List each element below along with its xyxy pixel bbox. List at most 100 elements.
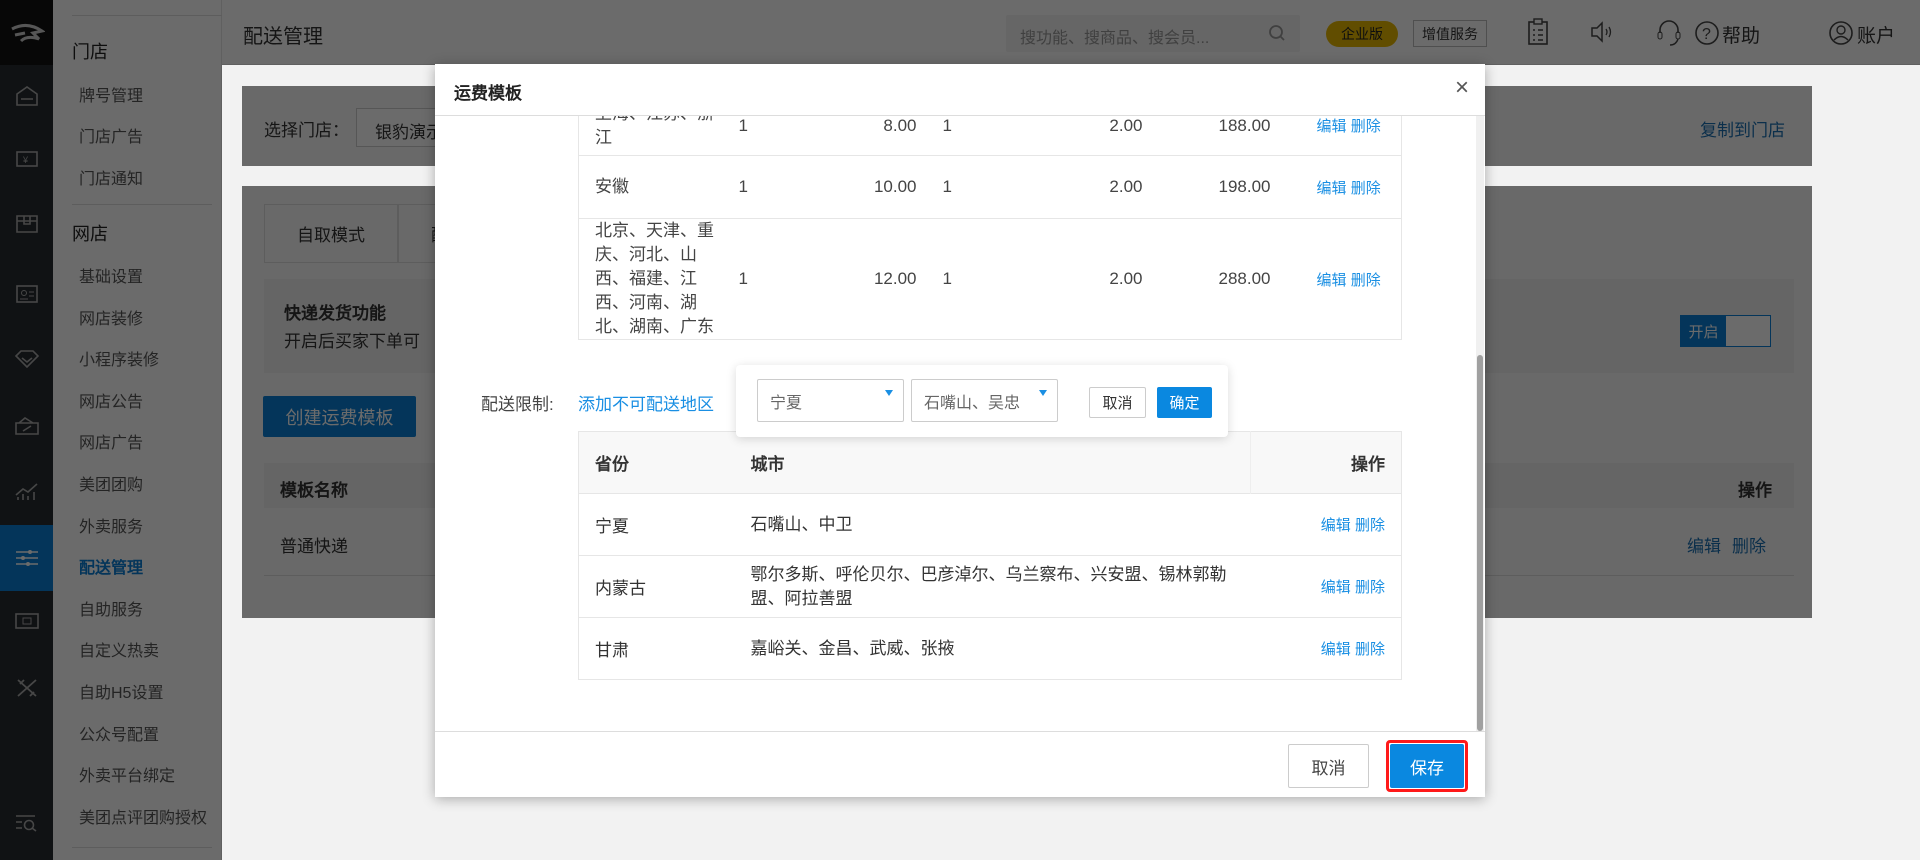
create-template-button[interactable]: 创建运费模板 [263, 396, 416, 437]
value-service-button[interactable]: 增值服务 [1413, 20, 1487, 47]
province-cell: 宁夏 [595, 517, 629, 536]
sidebar-item[interactable]: 网店公告 [79, 388, 143, 412]
edit-link[interactable]: 编辑 [1321, 579, 1351, 596]
region-cell: 北京、天津、重庆、河北、山西、福建、江西、河南、湖北、湖南、广东 [595, 221, 714, 336]
caret-down-icon [885, 390, 893, 396]
popover-cancel-button[interactable]: 取消 [1089, 387, 1146, 418]
delete-link[interactable]: 删除 [1732, 532, 1766, 557]
search-list-icon[interactable] [0, 797, 53, 849]
province-value: 宁夏 [770, 394, 803, 412]
toggle-label: 开启 [1681, 316, 1726, 346]
sidebar-item[interactable]: 自定义热卖 [79, 637, 159, 661]
sidebar-item[interactable]: 美团点评团购授权 [79, 804, 207, 828]
page-title: 配送管理 [243, 26, 323, 48]
edit-link[interactable]: 编辑 [1317, 118, 1347, 135]
sidebar-section-online-store: 网店 [72, 224, 108, 244]
copy-to-store-link[interactable]: 复制到门店 [1700, 116, 1785, 141]
sidebar-item[interactable]: 自助H5设置 [79, 679, 163, 703]
express-desc: 开启后买家下单可 [284, 332, 420, 351]
icon-rail: ¥ [0, 0, 53, 860]
sidebar-item[interactable]: 网店装修 [79, 305, 143, 329]
scrollbar-thumb[interactable] [1477, 355, 1483, 731]
edit-link[interactable]: 编辑 [1317, 272, 1347, 289]
coupon-icon[interactable] [0, 400, 53, 452]
close-icon[interactable]: × [1455, 74, 1469, 102]
first-fee: 12.00 [802, 218, 917, 340]
help-icon[interactable]: ? [1694, 20, 1720, 46]
edit-link[interactable]: 编辑 [1321, 517, 1351, 534]
device-icon[interactable] [0, 596, 53, 648]
modal-body: 上海、江苏、浙江 1 8.00 1 2.00 188.00 编辑 删除安徽 1 … [435, 116, 1485, 731]
search-input[interactable]: 搜功能、搜商品、搜会员... [1006, 15, 1300, 52]
extra-unit: 1 [916, 116, 965, 156]
cash-icon[interactable]: ¥ [0, 133, 53, 185]
extra-unit: 1 [916, 155, 965, 219]
delete-link[interactable]: 删除 [1351, 180, 1381, 197]
restrict-popover: 宁夏 石嘴山、吴忠 取消 确定 [736, 365, 1228, 437]
sidebar-item[interactable]: 网店广告 [79, 429, 143, 453]
diamond-icon[interactable] [0, 333, 53, 385]
city-select[interactable]: 石嘴山、吴忠 [911, 379, 1058, 422]
save-button[interactable]: 保存 [1390, 744, 1464, 788]
city-value: 石嘴山、吴忠 [924, 394, 1021, 412]
scrollbar[interactable] [1476, 116, 1484, 731]
sidebar-item[interactable]: 配送管理 [79, 554, 143, 578]
logo-icon[interactable] [0, 0, 53, 65]
delete-link[interactable]: 删除 [1355, 641, 1385, 658]
restrict-label: 配送限制: [481, 395, 554, 414]
cancel-button[interactable]: 取消 [1288, 744, 1369, 788]
delete-link[interactable]: 删除 [1355, 579, 1385, 596]
first-unit: 1 [738, 116, 803, 156]
province-select[interactable]: 宁夏 [757, 379, 904, 422]
extra-unit: 1 [916, 218, 965, 340]
popover-confirm-button[interactable]: 确定 [1157, 387, 1212, 418]
sidebar-item[interactable]: 外卖平台绑定 [79, 762, 175, 786]
first-fee: 10.00 [802, 155, 917, 219]
sidebar-item-store-notice[interactable]: 门店通知 [79, 165, 143, 189]
sidebar-item[interactable]: 小程序装修 [79, 346, 159, 370]
sidebar-item[interactable]: 公众号配置 [79, 721, 159, 745]
extra-fee: 2.00 [964, 116, 1143, 156]
sidebar-item-store-ads[interactable]: 门店广告 [79, 123, 143, 147]
city-cell: 鄂尔多斯、呼伦贝尔、巴彦淖尔、乌兰察布、兴安盟、锡林郭勒盟、阿拉善盟 [750, 564, 1227, 608]
enterprise-badge: 企业版 [1326, 21, 1398, 47]
user-icon[interactable] [1828, 20, 1854, 46]
sidebar-item-plate[interactable]: 牌号管理 [79, 82, 143, 106]
chart-icon[interactable] [0, 466, 53, 518]
add-restricted-area-link[interactable]: 添加不可配送地区 [578, 390, 714, 415]
region-cell: 上海、江苏、浙江 [595, 116, 714, 147]
free-threshold: 198.00 [1142, 155, 1271, 219]
account-link[interactable]: 账户 [1857, 21, 1895, 48]
restrict-row: 宁夏 石嘴山、中卫 编辑 删除 [578, 493, 1402, 556]
clipboard-icon[interactable] [1527, 18, 1549, 46]
search-icon[interactable] [1268, 24, 1286, 42]
edit-link[interactable]: 编辑 [1321, 641, 1351, 658]
tools-icon[interactable] [0, 662, 53, 714]
delete-link[interactable]: 删除 [1351, 272, 1381, 289]
top-header: 配送管理 搜功能、搜商品、搜会员... 企业版 增值服务 ? 帮助 账户 [222, 0, 1920, 65]
member-card-icon[interactable] [0, 268, 53, 320]
sidebar-item[interactable]: 美团团购 [79, 471, 143, 495]
province-cell: 内蒙古 [595, 579, 646, 598]
box-icon[interactable] [0, 198, 53, 250]
modal-title: 运费模板 [454, 84, 522, 103]
sidebar-item[interactable]: 外卖服务 [79, 513, 143, 537]
restrict-row: 甘肃 嘉峪关、金昌、武威、张掖 编辑 删除 [578, 617, 1402, 680]
delete-link[interactable]: 删除 [1351, 118, 1381, 135]
sliders-icon[interactable] [0, 525, 53, 591]
store-select-value: 银豹演示 [375, 123, 443, 142]
fee-row: 安徽 1 10.00 1 2.00 198.00 编辑 删除 [578, 155, 1402, 219]
free-threshold: 288.00 [1142, 218, 1271, 340]
sidebar-item[interactable]: 自助服务 [79, 596, 143, 620]
tab-pickup[interactable]: 自取模式 [264, 204, 398, 263]
column-template-name: 模板名称 [280, 481, 348, 500]
speaker-icon[interactable] [1590, 20, 1614, 44]
sidebar-item[interactable]: 基础设置 [79, 263, 143, 287]
edit-link[interactable]: 编辑 [1317, 180, 1347, 197]
home-icon[interactable] [0, 70, 53, 122]
headset-icon[interactable] [1656, 19, 1682, 47]
express-toggle[interactable]: 开启 [1680, 315, 1771, 347]
edit-link[interactable]: 编辑 [1687, 532, 1721, 557]
delete-link[interactable]: 删除 [1355, 517, 1385, 534]
help-link[interactable]: 帮助 [1722, 21, 1760, 48]
